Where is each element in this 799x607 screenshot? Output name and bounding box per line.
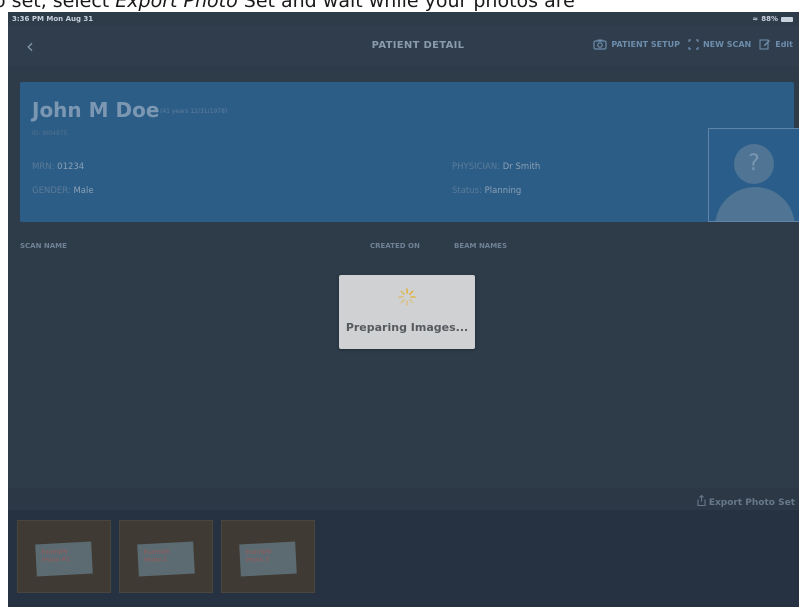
photo-thumbnail[interactable]: Example Photo 2 [119, 520, 213, 593]
edit-icon [759, 39, 771, 50]
ipad-screen: 3:36 PM Mon Aug 31 ≈ 88% ‹ PATIENT DETAI… [8, 12, 799, 607]
status-right: ≈ 88% [752, 15, 793, 23]
scan-name-column-header[interactable]: SCAN NAME [20, 242, 67, 250]
mrn-field: MRN: 01234 [32, 162, 84, 172]
new-scan-button[interactable]: NEW SCAN [688, 38, 752, 50]
physician-value: Dr Smith [502, 162, 541, 172]
status-time: 3:36 PM Mon Aug 31 [12, 15, 94, 23]
physician-label: PHYSICIAN: [452, 162, 501, 172]
gender-value: Male [73, 186, 94, 196]
gender-label: GENDER: [32, 186, 71, 196]
photo-note-line1: Example [143, 547, 170, 557]
avatar-placeholder-icon: ? [734, 144, 774, 184]
battery-percent: 88% [761, 15, 778, 23]
page-title: PATIENT DETAIL [371, 40, 465, 51]
export-photo-set-button[interactable]: Export Photo Set [697, 494, 795, 508]
status-value: Planning [484, 186, 522, 196]
edit-label: Edit [775, 39, 793, 49]
loading-overlay: Preparing Images... [339, 275, 475, 349]
navigation-bar: ‹ PATIENT DETAIL PATIENT SETUP NEW SCAN … [8, 26, 799, 66]
photo-thumbnail[interactable]: Example Photo 3 [221, 520, 315, 593]
patient-age-dob: (41 years 12/31/1978) [160, 108, 228, 115]
status-field: Status: Planning [452, 186, 521, 196]
patient-id: ID: W04975 [32, 130, 68, 137]
patient-name: John M Doe [32, 98, 160, 122]
photo-thumbnails: Example Photo #2 Example Photo 2 Example… [8, 510, 799, 607]
battery-icon [781, 16, 793, 22]
photo-note: Example Photo #2 [41, 548, 70, 565]
caption-text-start: o set, select [0, 0, 116, 12]
photo-note-line1: Example [41, 547, 68, 557]
status-bar: 3:36 PM Mon Aug 31 ≈ 88% [8, 12, 799, 26]
photo-note-line1: Example [245, 547, 272, 557]
avatar-body-icon [715, 187, 795, 221]
caption-text-italic: Export Photo [115, 0, 238, 12]
created-on-column-header[interactable]: CREATED ON [370, 242, 420, 250]
photo-note-line2: Photo 2 [143, 555, 168, 565]
caption-text-end: Set and wait while your photos are [237, 0, 575, 12]
scan-icon [688, 38, 699, 50]
new-scan-label: NEW SCAN [702, 39, 752, 49]
patient-setup-button[interactable]: PATIENT SETUP [593, 39, 680, 50]
export-photo-set-label: Export Photo Set [708, 498, 795, 508]
mrn-value: 01234 [57, 162, 85, 172]
photo-paper: Example Photo 2 [137, 541, 195, 577]
back-chevron-icon[interactable]: ‹ [26, 34, 34, 58]
camera-icon [593, 39, 607, 50]
nav-actions: PATIENT SETUP NEW SCAN Edit [593, 38, 793, 50]
photo-paper: Example Photo #2 [35, 541, 93, 577]
document-caption: o set, select Export Photo Set and wait … [0, 0, 799, 12]
loading-message: Preparing Images... [345, 321, 469, 334]
photo-paper: Example Photo 3 [239, 541, 297, 577]
action-strip: Export Photo Set [8, 488, 799, 510]
patient-setup-label: PATIENT SETUP [611, 39, 680, 49]
status-label: Status: [452, 186, 482, 196]
photo-note: Example Photo 3 [245, 548, 272, 565]
share-icon [697, 494, 706, 507]
beam-names-column-header[interactable]: BEAM NAMES [454, 242, 507, 250]
photo-note-line2: Photo #2 [41, 555, 71, 565]
patient-avatar[interactable]: ? [708, 128, 799, 222]
patient-info-card: John M Doe (41 years 12/31/1978) ID: W04… [20, 82, 799, 222]
physician-field: PHYSICIAN: Dr Smith [452, 162, 540, 172]
photo-note-line2: Photo 3 [245, 555, 270, 565]
photo-note: Example Photo 2 [143, 548, 170, 565]
loading-spinner-icon [398, 288, 416, 306]
edit-button[interactable]: Edit [759, 38, 793, 50]
photo-thumbnail[interactable]: Example Photo #2 [17, 520, 111, 593]
gender-field: GENDER: Male [32, 186, 94, 196]
mrn-label: MRN: [32, 162, 55, 172]
wifi-icon: ≈ [752, 15, 759, 23]
